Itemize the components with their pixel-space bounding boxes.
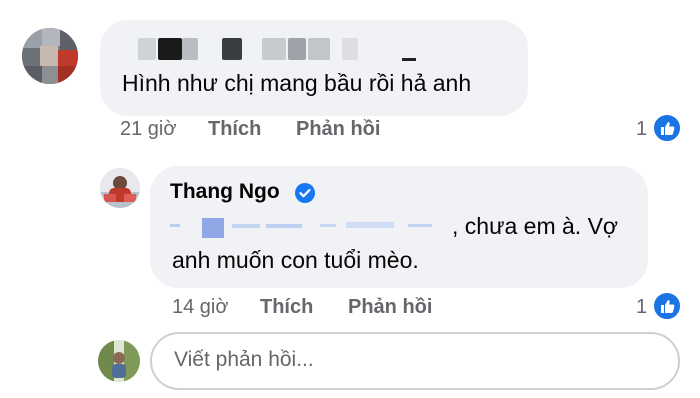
- reply1-time[interactable]: 14 giờ: [172, 296, 228, 319]
- user-avatar-image: [98, 340, 140, 382]
- comment1-avatar[interactable]: [22, 28, 78, 84]
- comment1-time[interactable]: 21 giờ: [120, 118, 176, 141]
- reply-input[interactable]: Viết phản hồi...: [150, 332, 680, 390]
- reply1-mention-redacted[interactable]: [170, 214, 446, 240]
- pixelated-avatar-image: [22, 28, 78, 84]
- like-icon[interactable]: [652, 291, 682, 321]
- reply1-text-line2: anh muốn con tuổi mèo.: [172, 247, 419, 273]
- current-user-avatar[interactable]: [98, 340, 140, 382]
- comment1-reply-button[interactable]: Phản hồi: [296, 118, 380, 141]
- reply1-text-after-mention: , chưa em à. Vợ: [452, 213, 618, 239]
- reply1-avatar[interactable]: [100, 168, 140, 208]
- verified-badge-icon: [294, 182, 316, 204]
- reply1-reaction-count[interactable]: 1: [636, 296, 647, 319]
- comment1-text: Hình như chị mang bầu rồi hả anh: [122, 70, 472, 96]
- reply-input-placeholder: Viết phản hồi...: [174, 348, 314, 371]
- like-icon[interactable]: [652, 113, 682, 143]
- comment1-like-button[interactable]: Thích: [208, 118, 261, 141]
- reply1-author-name[interactable]: Thang Ngo: [170, 180, 280, 204]
- comment1-author-redacted[interactable]: [118, 34, 418, 62]
- reply1-like-button[interactable]: Thích: [260, 296, 313, 319]
- reply1-reply-button[interactable]: Phản hồi: [348, 296, 432, 319]
- author-avatar-image: [100, 168, 140, 208]
- comment1-reaction-count[interactable]: 1: [636, 118, 647, 141]
